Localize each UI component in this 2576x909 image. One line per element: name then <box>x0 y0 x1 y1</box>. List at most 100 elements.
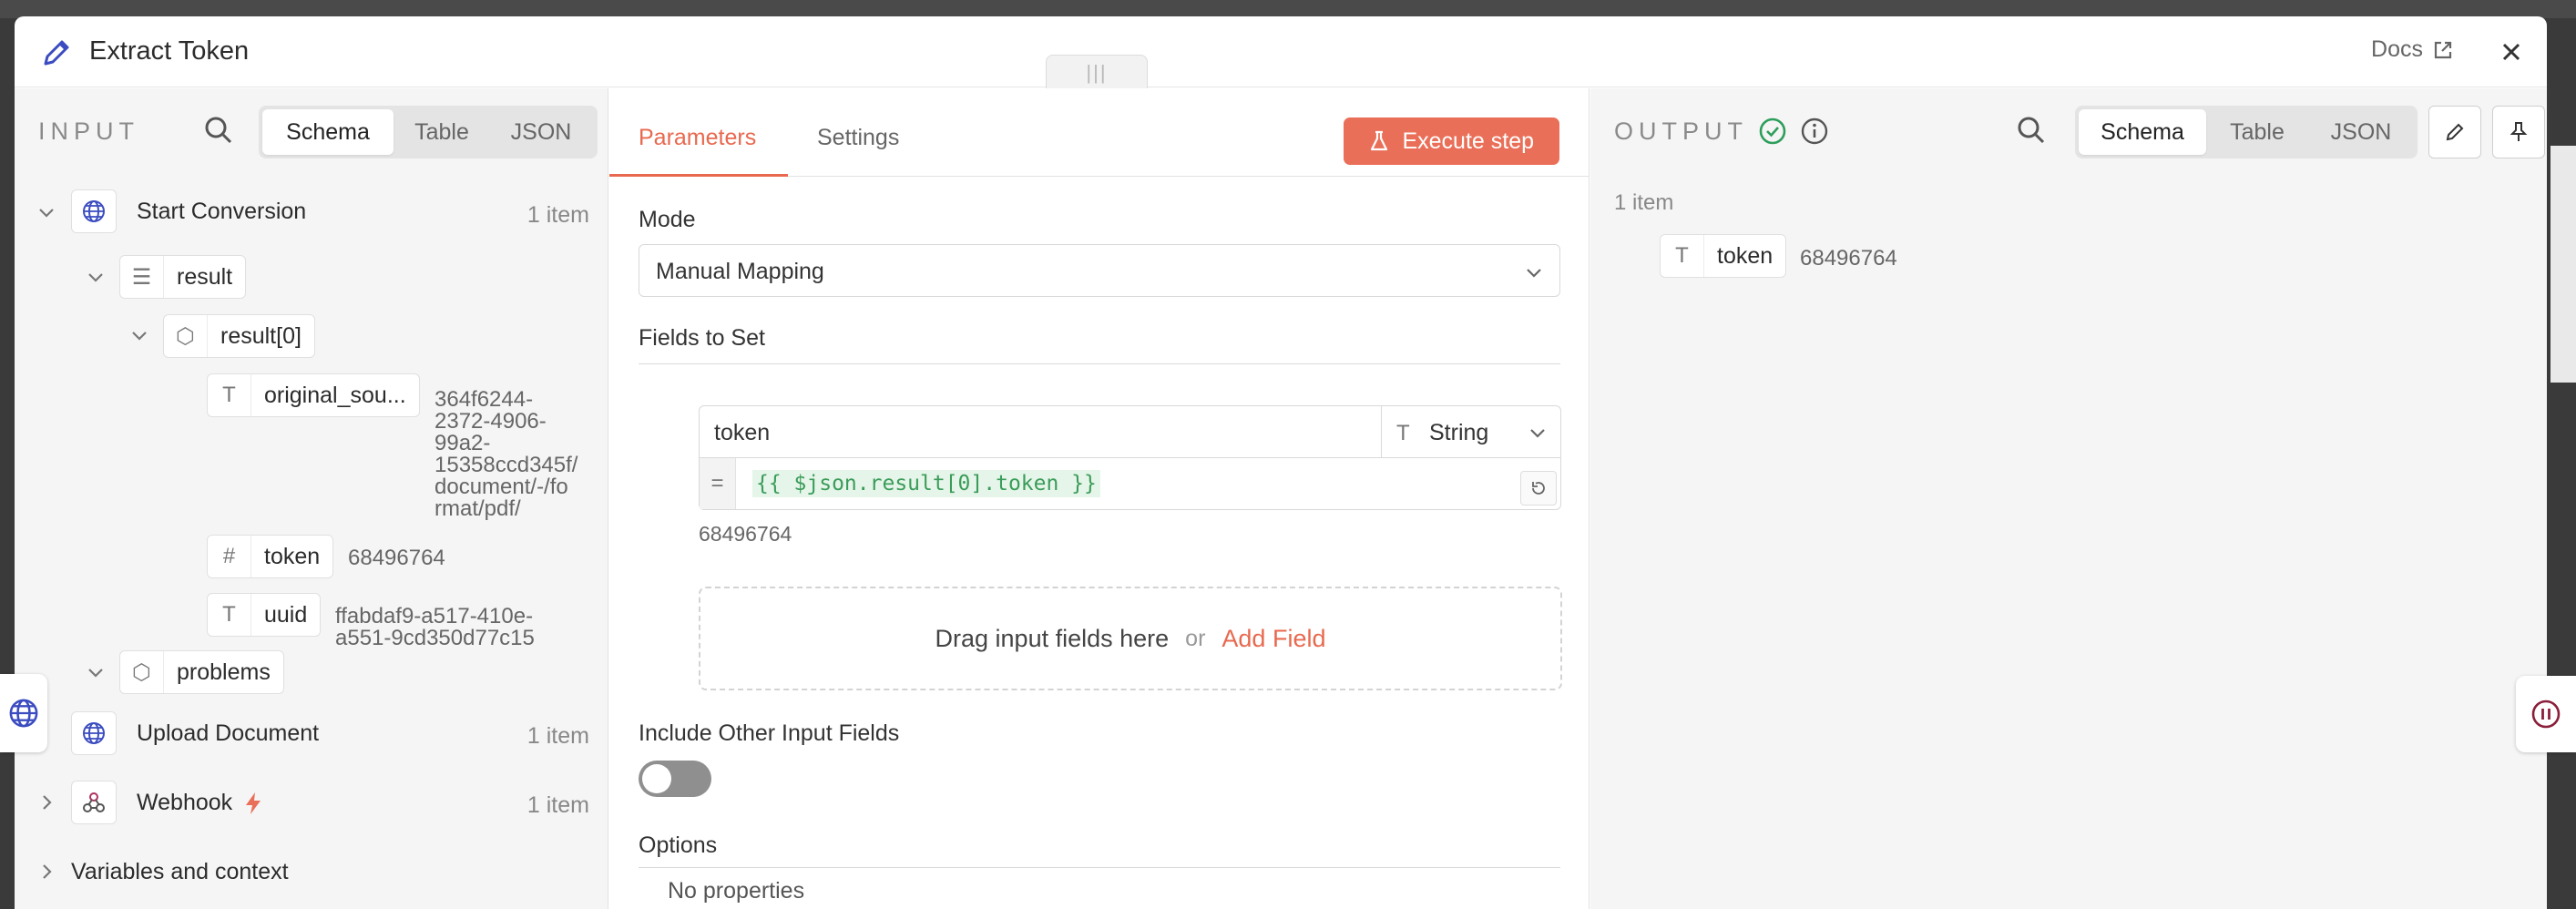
no-properties-text: No properties <box>668 878 805 904</box>
modal-header: Extract Token Docs <box>15 16 2547 87</box>
tree-field-original-source[interactable]: Toriginal_sou... <box>207 373 420 417</box>
tree-node-upload-document[interactable]: Upload Document <box>71 711 319 755</box>
tree-label: result <box>177 263 233 290</box>
fields-to-set-title: Fields to Set <box>639 325 765 351</box>
input-tab-json[interactable]: JSON <box>490 109 592 155</box>
bolt-icon <box>246 792 261 814</box>
section-divider <box>639 363 1560 364</box>
options-title: Options <box>639 832 718 858</box>
globe-icon <box>71 189 117 233</box>
output-tab-json[interactable]: JSON <box>2308 109 2414 155</box>
chevron-right-icon[interactable] <box>36 862 56 882</box>
external-link-icon <box>2434 41 2452 58</box>
field-type-select[interactable]: T String <box>1381 405 1561 458</box>
chevron-down-icon[interactable] <box>86 662 106 682</box>
field-name: token <box>1717 242 1774 269</box>
field-value-expression[interactable]: = {{ $json.result[0].token }} <box>699 457 1561 510</box>
tree-label: Upload Document <box>137 720 320 746</box>
cube-icon: ⬡ <box>164 315 208 357</box>
dropzone-text: Drag input fields here <box>935 624 1170 652</box>
reset-icon[interactable] <box>1520 471 1557 506</box>
parameters-panel: Parameters Settings Execute step Mode Ma… <box>609 88 1590 909</box>
list-icon: ☰ <box>120 256 164 298</box>
text-type-icon: T <box>1661 235 1704 277</box>
tree-node-problems[interactable]: ⬡ problems <box>119 650 284 694</box>
add-field-button[interactable]: Add Field <box>1222 625 1325 653</box>
node-title[interactable]: Extract Token <box>89 36 249 66</box>
globe-icon <box>9 699 38 728</box>
tree-node-result[interactable]: ☰ result <box>119 255 247 299</box>
mode-select[interactable]: Manual Mapping <box>639 244 1560 297</box>
tree-label: Start Conversion <box>137 199 307 224</box>
pause-icon <box>2531 700 2561 729</box>
tree-node-start-conversion[interactable]: Start Conversion <box>71 189 306 233</box>
pin-icon <box>2510 122 2528 141</box>
field-name: uuid <box>264 601 308 628</box>
tree-node-webhook[interactable]: Webhook <box>71 781 263 824</box>
chevron-right-icon[interactable] <box>36 792 56 812</box>
output-count: 1 item <box>1614 190 1674 215</box>
tree-label: Webhook <box>137 790 233 815</box>
text-type-icon: T <box>208 374 251 416</box>
output-tab-schema[interactable]: Schema <box>2079 109 2206 155</box>
tree-field-token[interactable]: # token <box>207 535 334 578</box>
tab-parameters[interactable]: Parameters <box>639 125 756 151</box>
output-field-token[interactable]: Ttoken <box>1660 234 1787 278</box>
globe-icon <box>71 711 117 755</box>
tab-settings[interactable]: Settings <box>817 125 899 151</box>
edit-output-button[interactable] <box>2428 106 2481 158</box>
tree-field-uuid[interactable]: Tuuid <box>207 593 322 637</box>
output-view-switcher: Schema Table JSON <box>2075 106 2418 158</box>
panel-drag-handle[interactable]: ||| <box>1046 55 1148 89</box>
mode-label: Mode <box>639 207 696 232</box>
field-name: token <box>264 543 321 569</box>
include-other-fields-label: Include Other Input Fields <box>639 720 900 746</box>
docs-label: Docs <box>2371 36 2423 62</box>
input-tab-table[interactable]: Table <box>394 109 490 155</box>
chevron-down-icon[interactable] <box>129 325 149 345</box>
tree-label: result[0] <box>220 322 302 349</box>
search-icon[interactable] <box>202 114 235 147</box>
include-other-fields-toggle[interactable] <box>639 761 711 797</box>
tree-node-result-0[interactable]: ⬡ result[0] <box>163 314 315 358</box>
execute-label: Execute step <box>1402 128 1534 154</box>
output-panel: OUTPUT Schema Table JSON 1 item Ttoken 6… <box>1590 88 2547 909</box>
field-value: 364f6244- 2372-4906- 99a2- 15358ccd345f/… <box>434 387 578 521</box>
output-label: OUTPUT <box>1614 117 1748 145</box>
pin-output-button[interactable] <box>2492 106 2545 158</box>
mode-value: Manual Mapping <box>656 259 824 284</box>
chevron-down-icon <box>1527 269 1541 278</box>
search-icon[interactable] <box>2015 114 2048 147</box>
field-name-input[interactable]: token <box>699 405 1382 458</box>
dropzone-or: or <box>1185 625 1206 651</box>
chevron-down-icon[interactable] <box>86 267 106 287</box>
output-tab-table[interactable]: Table <box>2206 109 2308 155</box>
check-circle-icon <box>1759 117 1786 145</box>
flask-icon <box>1371 130 1388 151</box>
tree-node-variables[interactable]: Variables and context <box>71 859 289 885</box>
pause-button[interactable] <box>2516 676 2576 752</box>
input-tab-schema[interactable]: Schema <box>262 109 394 155</box>
input-label: INPUT <box>38 117 139 145</box>
text-type-icon: T <box>208 594 251 636</box>
execute-step-button[interactable]: Execute step <box>1344 117 1559 165</box>
expression-code: {{ $json.result[0].token }} <box>752 470 1100 497</box>
node-details-modal: Extract Token Docs ||| INPUT Schema Tabl… <box>15 16 2547 909</box>
webhook-icon <box>71 781 117 824</box>
chevron-down-icon[interactable] <box>36 202 56 222</box>
tab-active-indicator <box>609 174 788 177</box>
input-panel: INPUT Schema Table JSON Start Conversion… <box>15 88 608 909</box>
canvas-node-peek[interactable] <box>0 674 47 752</box>
canvas-backdrop-right <box>2550 146 2576 383</box>
item-count: 1 item <box>526 723 589 749</box>
field-name: original_sou... <box>264 382 406 408</box>
field-type-value: String <box>1429 420 1489 445</box>
text-type-icon: T <box>1396 421 1410 445</box>
docs-link[interactable]: Docs <box>2371 36 2454 63</box>
close-icon[interactable] <box>2496 36 2527 67</box>
field-dropzone[interactable]: Drag input fields here or Add Field <box>699 587 1562 690</box>
pencil-icon[interactable] <box>38 35 75 71</box>
item-count: 1 item <box>526 202 589 228</box>
hash-icon: # <box>208 536 251 577</box>
info-icon[interactable] <box>1800 117 1829 146</box>
